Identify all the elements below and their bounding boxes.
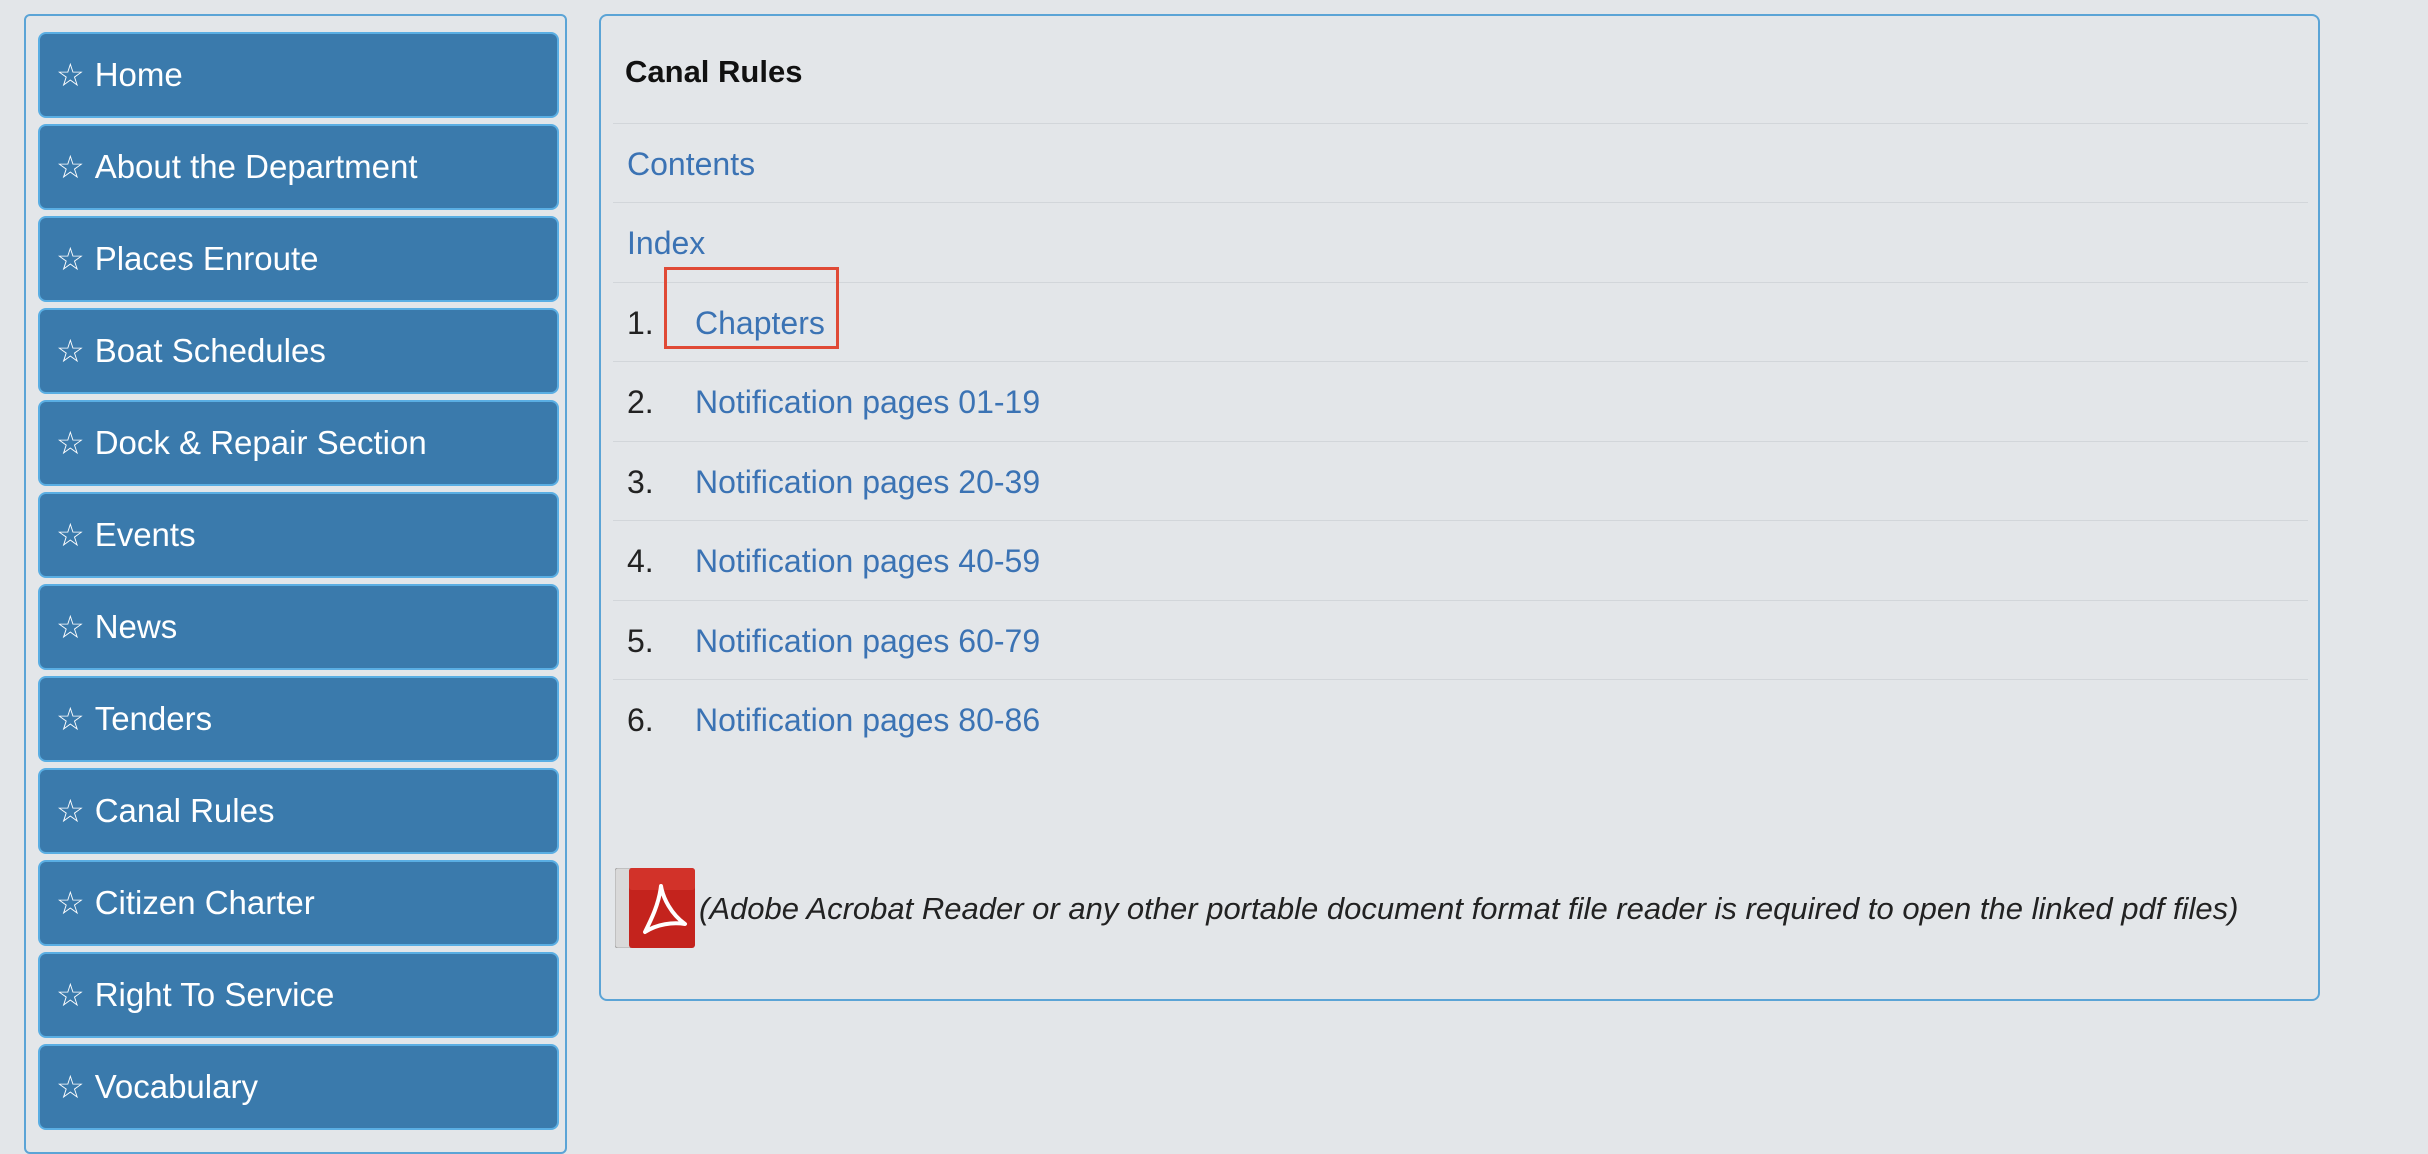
nav-item-label: Citizen Charter — [94, 884, 315, 921]
item-number: 6. — [627, 702, 654, 738]
nav-item-citizen-charter[interactable]: ☆ Citizen Charter — [38, 860, 559, 946]
list-item: 2. Notification pages 01-19 — [613, 361, 2308, 440]
list-item: Contents — [613, 123, 2308, 202]
star-icon: ☆ — [56, 792, 85, 830]
adobe-pdf-icon — [615, 868, 695, 948]
nav-item-label: Canal Rules — [94, 792, 275, 829]
nav-item-label: Tenders — [94, 700, 213, 737]
item-number: 4. — [627, 543, 654, 579]
pdf-reader-note: (Adobe Acrobat Reader or any other porta… — [699, 891, 2239, 926]
nav-item-boat-schedules[interactable]: ☆ Boat Schedules — [38, 308, 559, 394]
nav-item-label: Vocabulary — [94, 1068, 258, 1105]
notification-pages-01-19-link[interactable]: Notification pages 01-19 — [695, 384, 1040, 421]
nav-item-canal-rules[interactable]: ☆ Canal Rules — [38, 768, 559, 854]
nav-item-label: Places Enroute — [94, 240, 319, 277]
list-item: 3. Notification pages 20-39 — [613, 441, 2308, 520]
notification-pages-20-39-link[interactable]: Notification pages 20-39 — [695, 464, 1040, 501]
star-icon: ☆ — [56, 56, 85, 94]
nav-item-events[interactable]: ☆ Events — [38, 492, 559, 578]
item-number: 2. — [627, 384, 654, 420]
item-number: 3. — [627, 464, 654, 500]
index-link[interactable]: Index — [627, 225, 705, 262]
list-item: Index — [613, 202, 2308, 281]
star-icon: ☆ — [56, 884, 85, 922]
notification-pages-80-86-link[interactable]: Notification pages 80-86 — [695, 702, 1040, 739]
nav-item-places-enroute[interactable]: ☆ Places Enroute — [38, 216, 559, 302]
chapters-highlight-box — [664, 267, 839, 349]
content-panel: Canal Rules Contents Index 1. Chapters 2… — [599, 14, 2320, 1001]
star-icon: ☆ — [56, 608, 85, 646]
star-icon: ☆ — [56, 976, 85, 1014]
nav-item-about[interactable]: ☆ About the Department — [38, 124, 559, 210]
nav-item-label: Boat Schedules — [94, 332, 326, 369]
star-icon: ☆ — [56, 240, 85, 278]
nav-item-label: News — [94, 608, 178, 645]
star-icon: ☆ — [56, 332, 85, 370]
star-icon: ☆ — [56, 700, 85, 738]
list-item: 1. Chapters — [613, 282, 2308, 361]
nav-item-label: About the Department — [94, 148, 418, 185]
sidebar-nav: ☆ Home ☆ About the Department ☆ Places E… — [24, 14, 567, 1154]
star-icon: ☆ — [56, 148, 85, 186]
star-icon: ☆ — [56, 516, 85, 554]
notification-pages-60-79-link[interactable]: Notification pages 60-79 — [695, 623, 1040, 660]
star-icon: ☆ — [56, 424, 85, 462]
nav-item-right-to-service[interactable]: ☆ Right To Service — [38, 952, 559, 1038]
nav-item-home[interactable]: ☆ Home — [38, 32, 559, 118]
nav-item-label: Right To Service — [94, 976, 335, 1013]
nav-item-tenders[interactable]: ☆ Tenders — [38, 676, 559, 762]
nav-item-label: Dock & Repair Section — [94, 424, 427, 461]
nav-item-dock-repair[interactable]: ☆ Dock & Repair Section — [38, 400, 559, 486]
nav-item-news[interactable]: ☆ News — [38, 584, 559, 670]
notification-pages-40-59-link[interactable]: Notification pages 40-59 — [695, 543, 1040, 580]
list-item: 4. Notification pages 40-59 — [613, 520, 2308, 599]
item-number: 1. — [627, 305, 654, 341]
nav-item-label: Home — [94, 56, 183, 93]
nav-item-vocabulary[interactable]: ☆ Vocabulary — [38, 1044, 559, 1130]
item-number: 5. — [627, 623, 654, 659]
nav-item-label: Events — [94, 516, 196, 553]
star-icon: ☆ — [56, 1068, 85, 1106]
list-item: 6. Notification pages 80-86 — [613, 679, 2308, 758]
contents-link[interactable]: Contents — [627, 146, 755, 183]
page-title: Canal Rules — [625, 54, 803, 89]
list-item: 5. Notification pages 60-79 — [613, 600, 2308, 679]
